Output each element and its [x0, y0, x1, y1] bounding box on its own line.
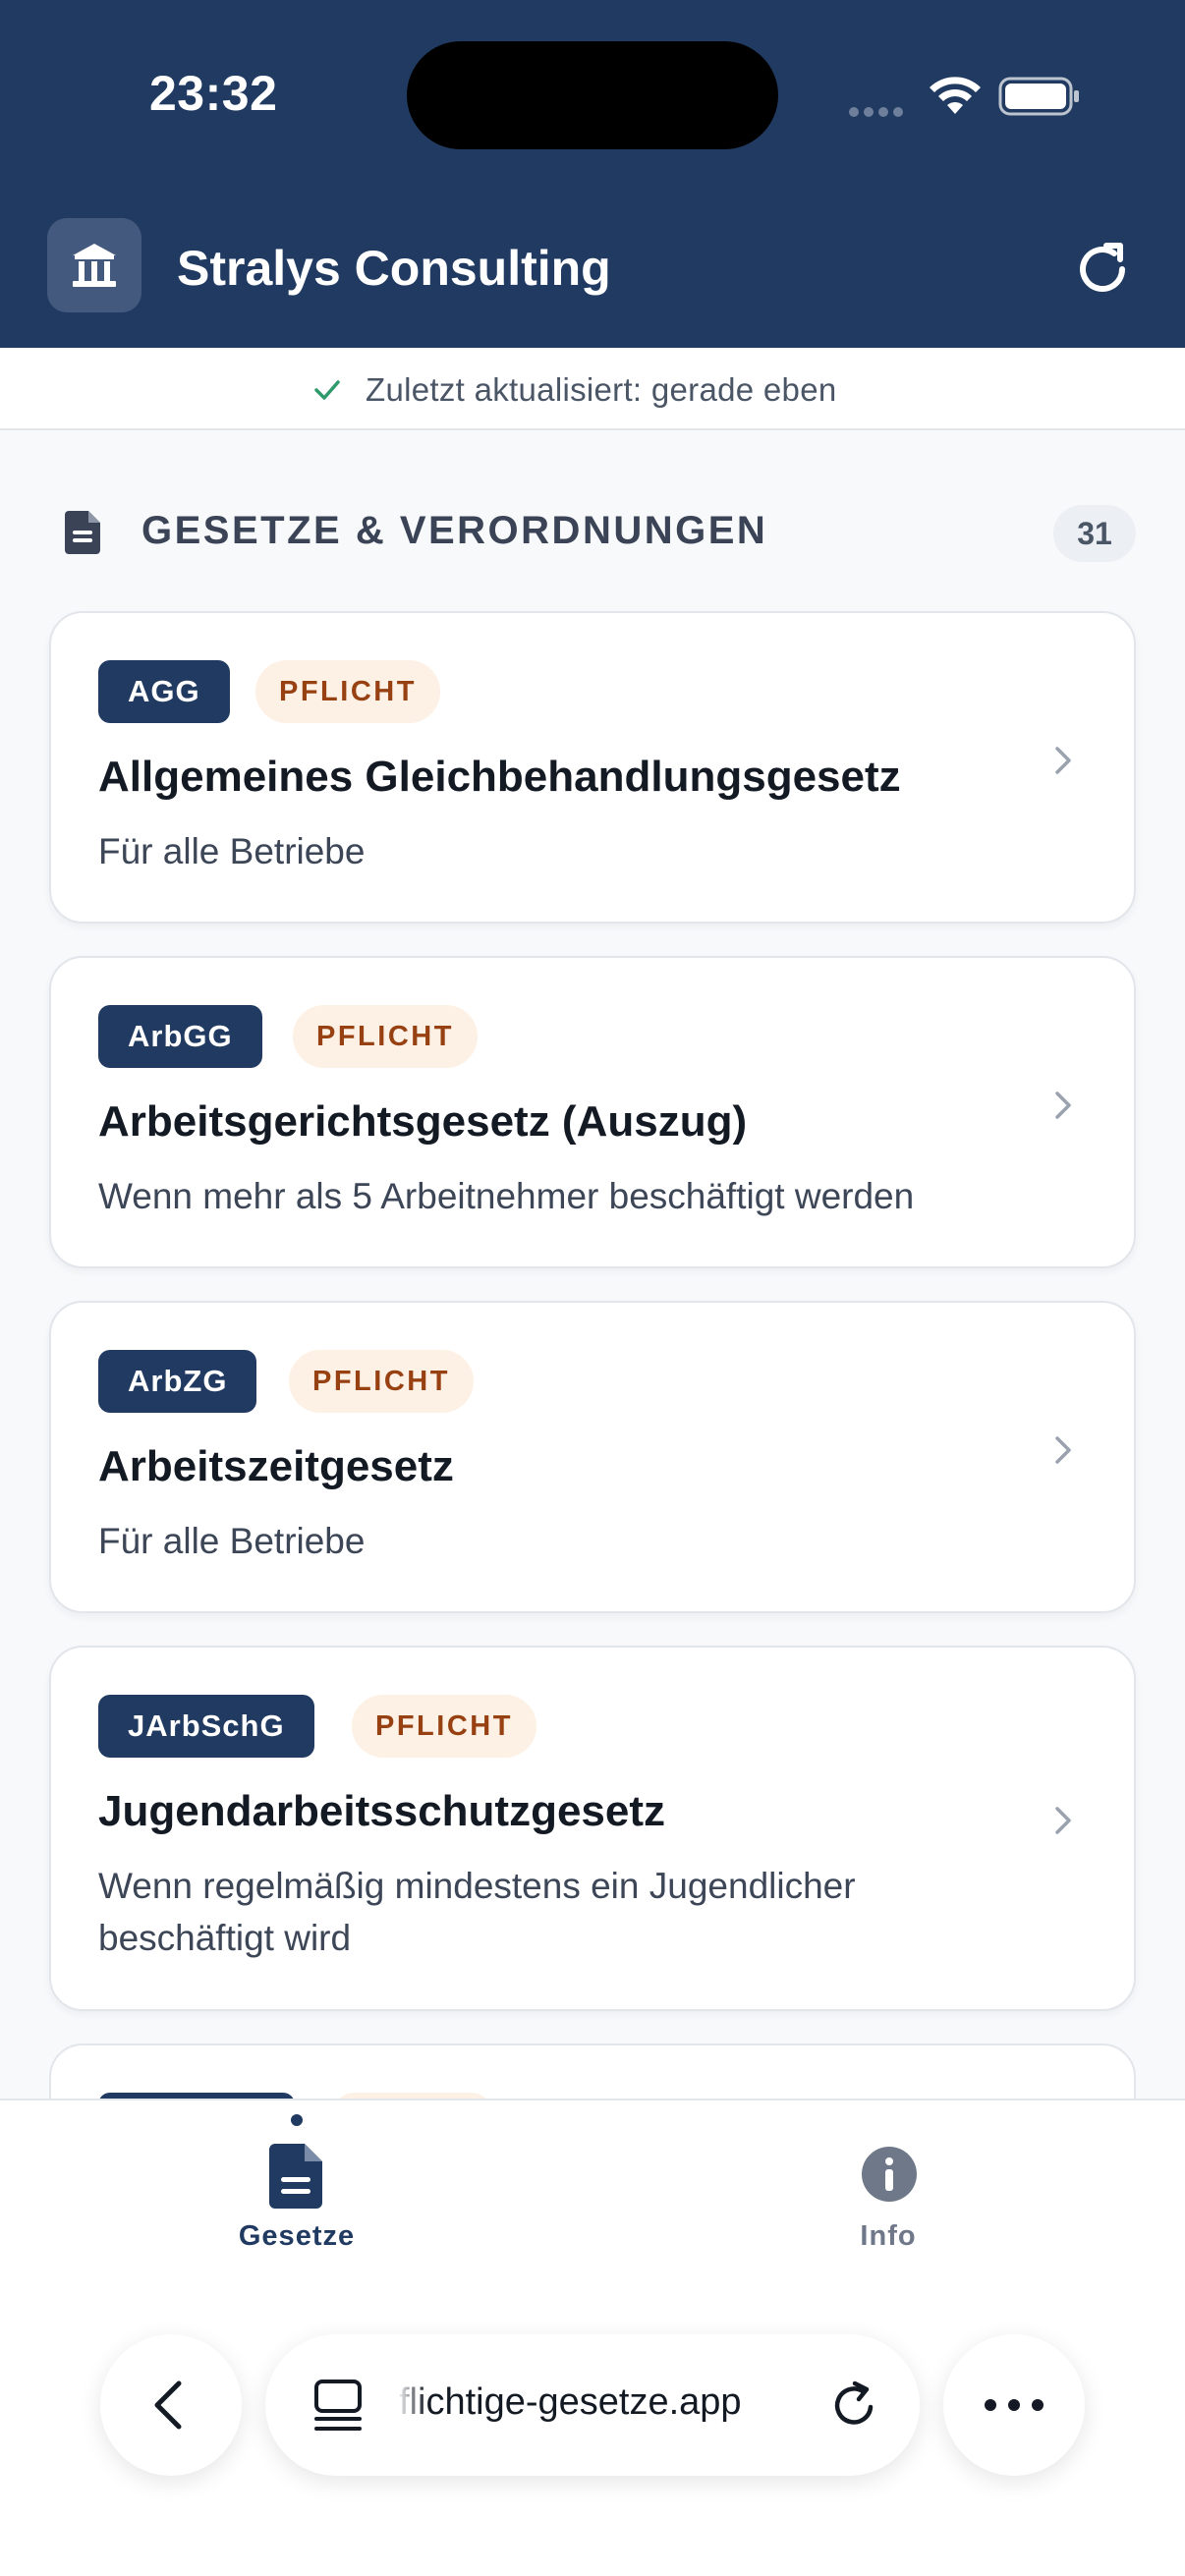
- chevron-right-icon: [1055, 1092, 1071, 1119]
- pflicht-badge: PFLICHT: [289, 1350, 474, 1413]
- section-title: GESETZE & VERORDNUNGEN: [141, 509, 768, 552]
- pflicht-badge: PFLICHT: [255, 660, 440, 723]
- law-title: Arbeitsgerichtsgesetz (Auszug): [98, 1097, 748, 1146]
- document-icon: [65, 511, 100, 554]
- law-card-jarbschg[interactable]: JArbSchG PFLICHT Jugendarbeitsschutzgese…: [49, 1646, 1136, 2011]
- nav-item-gesetze[interactable]: Gesetze: [197, 2220, 397, 2253]
- app-header: 23:32 Stralys Consulting: [0, 0, 1185, 348]
- law-title: Arbeitszeitgesetz: [98, 1442, 454, 1490]
- update-status-bar: Zuletzt aktualisiert: gerade eben: [0, 348, 1185, 430]
- more-icon: [985, 2399, 1044, 2411]
- abbreviation-badge: AGG: [98, 660, 230, 723]
- bank-icon: [73, 244, 116, 287]
- reload-icon[interactable]: [827, 2378, 882, 2433]
- dynamic-island: [407, 41, 778, 149]
- abbreviation-badge: ArbZG: [98, 1350, 257, 1413]
- abbreviation-badge: JArbSchG: [98, 1695, 314, 1758]
- app-logo: [47, 218, 141, 312]
- browser-back-button[interactable]: [100, 2334, 242, 2476]
- law-card-arbgg[interactable]: ArbGG PFLICHT Arbeitsgerichtsgesetz (Aus…: [49, 956, 1136, 1268]
- nav-item-info[interactable]: Info: [790, 2220, 987, 2253]
- chevron-right-icon: [1055, 747, 1071, 774]
- law-title: Jugendarbeitsschutzgesetz: [98, 1787, 666, 1835]
- check-icon: [314, 380, 340, 400]
- browser-more-button[interactable]: [943, 2334, 1085, 2476]
- law-title: Allgemeines Gleichbehandlungsgesetz: [98, 753, 901, 801]
- info-icon[interactable]: [861, 2146, 918, 2203]
- pflicht-badge: PFLICHT: [352, 1695, 536, 1758]
- law-description: Wenn regelmäßig mindestens ein Jugendlic…: [98, 1866, 856, 1958]
- law-description: Wenn mehr als 5 Arbeitnehmer beschäftigt…: [98, 1176, 915, 1216]
- count-badge: 31: [1053, 505, 1136, 562]
- chevron-left-icon: [154, 2380, 182, 2430]
- last-updated-text: Zuletzt aktualisiert: gerade eben: [366, 371, 837, 408]
- law-card-arbzg[interactable]: ArbZG PFLICHT Arbeitszeitgesetz Für alle…: [49, 1301, 1136, 1613]
- url-text: flichtige-gesetze.app: [399, 2381, 742, 2423]
- battery-icon: [998, 77, 1079, 116]
- status-time: 23:32: [149, 66, 278, 121]
- wifi-icon: [930, 77, 981, 114]
- active-indicator: [291, 2114, 303, 2126]
- browser-url-bar[interactable]: flichtige-gesetze.app: [265, 2334, 920, 2476]
- chevron-right-icon: [1055, 1807, 1071, 1834]
- law-card-agg[interactable]: AGG PFLICHT Allgemeines Gleichbehandlung…: [49, 611, 1136, 924]
- law-description: Für alle Betriebe: [98, 1521, 366, 1561]
- chevron-right-icon: [1055, 1436, 1071, 1464]
- tabs-icon[interactable]: [312, 2378, 364, 2433]
- law-description: Für alle Betriebe: [98, 831, 366, 871]
- abbreviation-badge: ArbGG: [98, 1005, 262, 1068]
- cellular-signal-icon: [849, 104, 908, 122]
- app-title: Stralys Consulting: [177, 241, 611, 296]
- refresh-button[interactable]: [1067, 234, 1138, 305]
- document-icon[interactable]: [267, 2142, 326, 2211]
- pflicht-badge: PFLICHT: [293, 1005, 478, 1068]
